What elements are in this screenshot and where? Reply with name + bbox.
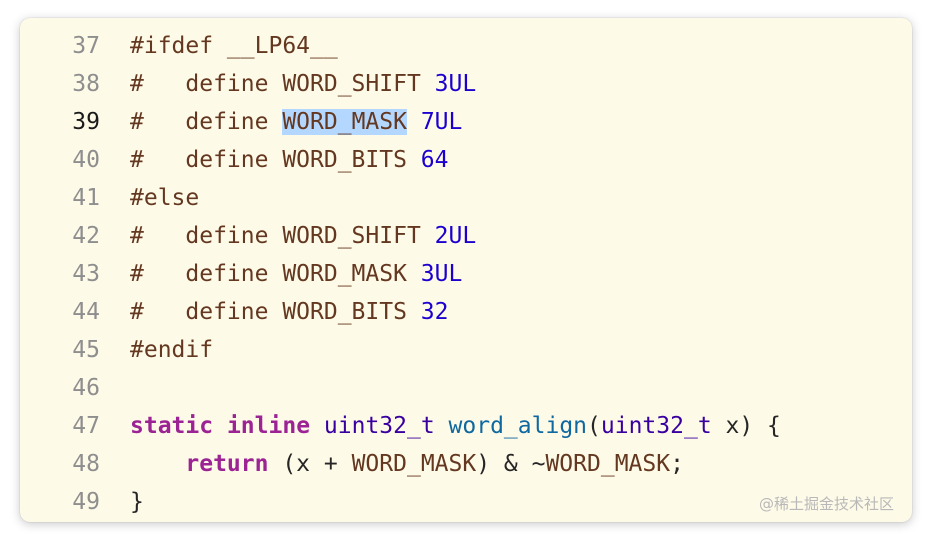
code-token: uint32_t (600, 413, 712, 439)
selected-token: WORD_MASK (282, 109, 407, 135)
code-view[interactable]: 37 #ifdef __LP64__ 38 # define WORD_SHIFT 3… (20, 27, 912, 521)
code-token: # define (130, 109, 283, 135)
code-token: 3UL (434, 71, 477, 97)
code-token: #ifdef __LP64__ (130, 33, 338, 59)
line-source[interactable]: #else (100, 179, 199, 217)
code-token: inline (226, 413, 311, 439)
code-token: 7UL (420, 109, 463, 135)
line-number: 42 (72, 223, 100, 249)
line-number: 38 (72, 71, 100, 97)
line-number: 47 (72, 413, 100, 439)
code-line[interactable]: 46 (20, 369, 912, 407)
code-token: } (130, 489, 144, 515)
code-token: # define WORD_BITS (130, 299, 421, 325)
line-source[interactable]: # define WORD_SHIFT 2UL (100, 217, 476, 255)
code-token: static (130, 413, 214, 439)
code-line[interactable]: 37 #ifdef __LP64__ (20, 27, 912, 65)
code-line[interactable]: 38 # define WORD_SHIFT 3UL (20, 65, 912, 103)
code-line[interactable]: 39 # define WORD_MASK 7UL (20, 103, 912, 141)
code-token: return (185, 451, 269, 477)
code-line[interactable]: 43 # define WORD_MASK 3UL (20, 255, 912, 293)
line-number: 43 (72, 261, 100, 287)
code-line[interactable]: 45 #endif (20, 331, 912, 369)
code-token: 2UL (434, 223, 477, 249)
watermark: @稀土掘金技术社区 (758, 495, 894, 513)
code-token: x) { (711, 413, 781, 439)
code-line[interactable]: 40 # define WORD_BITS 64 (20, 141, 912, 179)
code-token: 3UL (420, 261, 463, 287)
code-token: WORD_MASK (545, 451, 671, 477)
line-source[interactable]: #endif (100, 331, 213, 369)
line-source[interactable]: # define WORD_MASK 7UL (100, 103, 462, 141)
code-token: 32 (420, 299, 449, 325)
code-line[interactable]: 47 static inline uint32_t word_align(uint… (20, 407, 912, 445)
code-token: #endif (130, 337, 214, 363)
line-source[interactable]: #ifdef __LP64__ (100, 27, 338, 65)
code-token: ; (670, 451, 684, 477)
line-number: 48 (72, 451, 100, 477)
line-number: 46 (72, 375, 100, 401)
code-token: word_align (448, 413, 588, 439)
code-token: uint32_t (323, 413, 435, 439)
line-number: 44 (72, 299, 100, 325)
line-source[interactable]: return (x + WORD_MASK) & ~WORD_MASK; (100, 445, 684, 483)
line-source[interactable] (100, 369, 130, 407)
code-token: ( (587, 413, 601, 439)
code-line[interactable]: 48 return (x + WORD_MASK) & ~WORD_MASK; (20, 445, 912, 483)
code-token: 64 (420, 147, 449, 173)
code-line[interactable]: 44 # define WORD_BITS 32 (20, 293, 912, 331)
code-token: (x + (268, 451, 352, 477)
code-editor-window: 37 #ifdef __LP64__ 38 # define WORD_SHIFT 3… (20, 18, 912, 522)
code-token: # define WORD_BITS (130, 147, 421, 173)
code-line[interactable]: 41 #else (20, 179, 912, 217)
code-token: ) & ~ (476, 451, 546, 477)
line-number: 37 (72, 33, 100, 59)
line-source[interactable]: # define WORD_SHIFT 3UL (100, 65, 476, 103)
line-source[interactable]: # define WORD_MASK 3UL (100, 255, 462, 293)
line-number: 40 (72, 147, 100, 173)
code-token: # define WORD_SHIFT (130, 223, 435, 249)
line-number: 49 (72, 489, 100, 515)
line-source[interactable]: static inline uint32_t word_align(uint32… (100, 407, 781, 445)
line-source[interactable]: # define WORD_BITS 32 (100, 293, 449, 331)
code-token: # define WORD_SHIFT (130, 71, 435, 97)
code-token: # define WORD_MASK (130, 261, 421, 287)
code-token: #else (130, 185, 200, 211)
line-source[interactable]: # define WORD_BITS 64 (100, 141, 449, 179)
line-number: 45 (72, 337, 100, 363)
line-number: 39 (72, 109, 100, 135)
line-number: 41 (72, 185, 100, 211)
code-line[interactable]: 42 # define WORD_SHIFT 2UL (20, 217, 912, 255)
code-token: WORD_MASK (351, 451, 477, 477)
line-source[interactable]: } (100, 483, 144, 521)
